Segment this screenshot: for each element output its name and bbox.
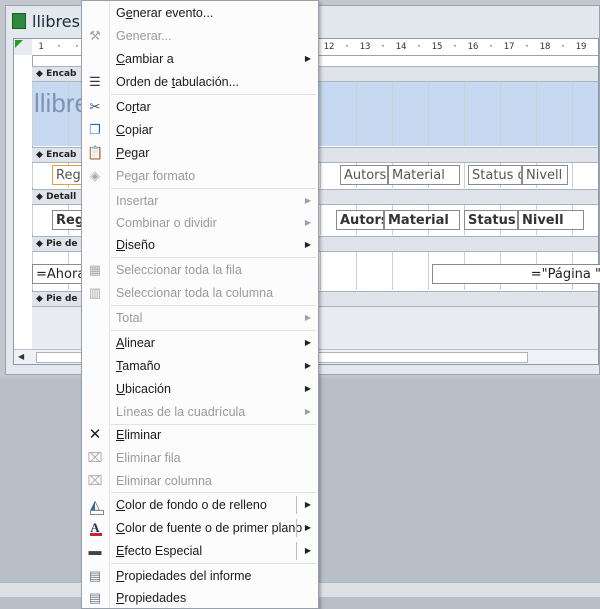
menu-item-cambiar-a[interactable]: Cambiar a ▶: [83, 48, 317, 70]
nivell-header-label[interactable]: Nivell: [522, 165, 568, 185]
autors-detail-field[interactable]: Autors: [336, 210, 384, 230]
ruler-tick: ·: [452, 42, 458, 52]
ruler-tick: 12: [323, 42, 335, 52]
menu-item-pegar[interactable]: 📋 Pegar: [83, 142, 317, 164]
submenu-arrow-icon: ▶: [304, 523, 311, 532]
scissors-icon: ✂: [89, 99, 101, 114]
menu-item-generar-evento[interactable]: Generar evento...: [83, 2, 317, 24]
vertical-ruler[interactable]: [14, 55, 33, 350]
menu-item-copiar[interactable]: ❐ Copiar: [83, 119, 317, 141]
menu-item-generar[interactable]: ⚒ Generar...: [83, 25, 317, 47]
menu-item-efecto-especial[interactable]: ▬ Efecto Especial ▶: [83, 540, 317, 562]
material-detail-field[interactable]: Material: [384, 210, 460, 230]
status-header-label[interactable]: Status d: [468, 165, 522, 185]
ruler-tick: 18: [539, 42, 551, 52]
ruler-tick: ·: [56, 42, 62, 52]
menu-item-combinar-dividir[interactable]: Combinar o dividir ▶: [83, 212, 317, 234]
scroll-left-icon[interactable]: ◀: [18, 352, 24, 361]
menu-separator: [111, 492, 316, 493]
submenu-arrow-icon: ▶: [304, 54, 311, 63]
ruler-tick: ·: [344, 42, 350, 52]
ruler-tick: 15: [431, 42, 443, 52]
menu-separator: [111, 305, 316, 306]
properties-icon: ▤: [88, 590, 102, 605]
menu-item-orden-tabulacion[interactable]: ☰ Orden de tabulación...: [83, 71, 317, 93]
status-detail-field[interactable]: Status d: [464, 210, 518, 230]
paste-icon: 📋: [87, 145, 104, 160]
ruler-tick: 19: [575, 42, 587, 52]
submenu-arrow-icon: ▶: [304, 196, 311, 205]
menu-separator: [111, 563, 316, 564]
submenu-arrow-icon: ▶: [304, 546, 311, 555]
nivell-detail-field[interactable]: Nivell: [518, 210, 584, 230]
delete-x-icon: ✕: [88, 426, 102, 443]
ruler-tick: ·: [560, 42, 566, 52]
submenu-arrow-icon: ▶: [304, 361, 311, 370]
delete-column-icon: ⌧: [87, 473, 103, 488]
window-title-bar[interactable]: llibres: [12, 10, 80, 32]
material-header-label[interactable]: Material: [388, 165, 460, 185]
paste-format-icon: ◈: [90, 168, 100, 183]
menu-item-eliminar-fila[interactable]: ⌧ Eliminar fila: [83, 447, 317, 469]
ruler-tick: 13: [359, 42, 371, 52]
menu-item-propiedades[interactable]: ▤ Propiedades: [83, 587, 317, 609]
context-menu: Generar evento... ⚒ Generar... Cambiar a…: [81, 0, 319, 609]
ruler-tick: 14: [395, 42, 407, 52]
submenu-arrow-icon: ▶: [304, 500, 311, 509]
select-row-icon: ▦: [88, 262, 102, 277]
menu-item-insertar[interactable]: Insertar ▶: [83, 190, 317, 212]
font-color-icon: A: [87, 520, 103, 536]
menu-item-lineas-cuadricula[interactable]: Líneas de la cuadrícula ▶: [83, 401, 317, 423]
menu-item-pegar-formato[interactable]: ◈ Pegar formato: [83, 165, 317, 187]
select-column-icon: ▥: [88, 285, 102, 300]
ruler-tick: ·: [524, 42, 530, 52]
copy-icon: ❐: [89, 122, 101, 137]
window-title: llibres: [32, 11, 80, 31]
submenu-arrow-icon: ▶: [304, 384, 311, 393]
tab-order-icon: ☰: [89, 74, 101, 89]
menu-item-tamano[interactable]: Tamaño ▶: [83, 355, 317, 377]
report-icon: [12, 13, 26, 29]
ruler-tick: ·: [488, 42, 494, 52]
report-selector[interactable]: [14, 39, 32, 55]
submenu-arrow-icon: ▶: [304, 407, 311, 416]
submenu-arrow-icon: ▶: [304, 338, 311, 347]
menu-item-seleccionar-columna[interactable]: ▥ Seleccionar toda la columna: [83, 282, 317, 304]
ruler-tick: ·: [416, 42, 422, 52]
report-properties-icon: ▤: [88, 568, 102, 583]
autors-header-label[interactable]: Autors: [340, 165, 388, 185]
page-number-expression[interactable]: ="Página ": [432, 264, 600, 284]
special-effect-icon: ▬: [88, 543, 102, 558]
menu-item-ubicacion[interactable]: Ubicación ▶: [83, 378, 317, 400]
ruler-tick: 1: [38, 42, 44, 52]
menu-item-propiedades-informe[interactable]: ▤ Propiedades del informe: [83, 565, 317, 587]
menu-item-color-fondo[interactable]: ◭ Color de fondo o de relleno ▶: [83, 494, 317, 516]
menu-separator: [111, 94, 316, 95]
ruler-tick: 17: [503, 42, 515, 52]
builder-icon: ⚒: [89, 28, 101, 43]
ruler-tick: ·: [590, 42, 598, 52]
submenu-arrow-icon: ▶: [304, 240, 311, 249]
menu-separator: [111, 188, 316, 189]
menu-separator: [111, 330, 316, 331]
submenu-arrow-icon: ▶: [304, 218, 311, 227]
ruler-tick: 16: [467, 42, 479, 52]
menu-item-color-fuente[interactable]: A Color de fuente o de primer plano ▶: [83, 517, 317, 539]
submenu-arrow-icon: ▶: [304, 313, 311, 322]
menu-item-eliminar[interactable]: ✕ Eliminar: [83, 424, 317, 446]
menu-separator: [111, 257, 316, 258]
menu-item-seleccionar-fila[interactable]: ▦ Seleccionar toda la fila: [83, 259, 317, 281]
ruler-tick: ·: [380, 42, 386, 52]
menu-item-eliminar-columna[interactable]: ⌧ Eliminar columna: [83, 470, 317, 492]
delete-row-icon: ⌧: [87, 450, 103, 465]
fill-color-icon: ◭: [87, 497, 104, 515]
menu-item-cortar[interactable]: ✂ Cortar: [83, 96, 317, 118]
menu-item-total[interactable]: Total ▶: [83, 307, 317, 329]
menu-item-alinear[interactable]: Alinear ▶: [83, 332, 317, 354]
menu-item-diseno[interactable]: Diseño ▶: [83, 234, 317, 256]
